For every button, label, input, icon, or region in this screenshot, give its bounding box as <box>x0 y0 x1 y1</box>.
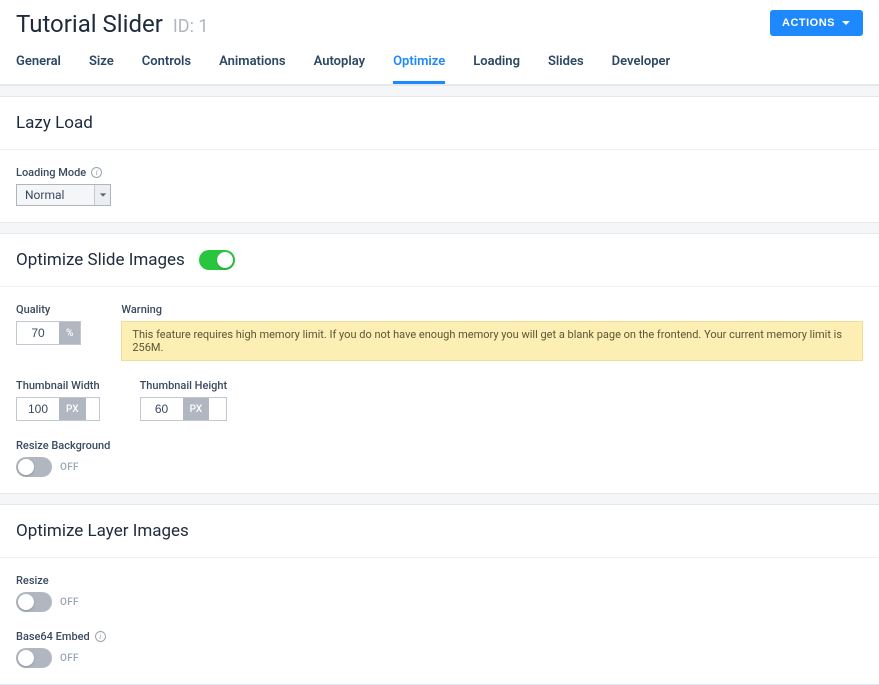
chevron-down-icon <box>841 18 851 28</box>
tab-controls[interactable]: Controls <box>142 54 191 84</box>
panel-title-optimize-layer: Optimize Layer Images <box>16 521 189 541</box>
panel-optimize-slide: Optimize Slide Images Quality % Warning … <box>0 233 879 494</box>
resize-bg-state: OFF <box>60 462 79 473</box>
layer-resize-toggle[interactable] <box>16 592 52 612</box>
chevron-down-icon <box>94 185 110 205</box>
quality-input[interactable] <box>17 322 59 344</box>
warning-box: This feature requires high memory limit.… <box>121 321 863 361</box>
page-id: ID: 1 <box>173 16 209 37</box>
tab-slides[interactable]: Slides <box>548 54 584 84</box>
layer-resize-state: OFF <box>60 597 79 608</box>
quality-unit: % <box>59 322 80 344</box>
panel-optimize-layer: Optimize Layer Images Resize OFF Base64 … <box>0 504 879 685</box>
tab-developer[interactable]: Developer <box>612 54 671 84</box>
tab-general[interactable]: General <box>16 54 61 84</box>
loading-mode-value: Normal <box>17 185 94 205</box>
warning-label: Warning <box>121 303 863 316</box>
tabs: General Size Controls Animations Autopla… <box>0 38 879 85</box>
tab-size[interactable]: Size <box>89 54 114 84</box>
loading-mode-label: Loading Mode i <box>16 166 863 179</box>
tab-animations[interactable]: Animations <box>219 54 285 84</box>
tab-optimize[interactable]: Optimize <box>393 54 445 84</box>
base64-label: Base64 Embed i <box>16 630 106 643</box>
optimize-slide-toggle[interactable] <box>199 250 235 270</box>
thumb-width-input[interactable] <box>17 398 59 420</box>
quality-input-wrap: % <box>16 321 81 345</box>
resize-bg-label: Resize Background <box>16 439 110 452</box>
thumb-height-input[interactable] <box>141 398 183 420</box>
px-unit: PX <box>59 398 86 420</box>
page-title: Tutorial Slider <box>16 10 163 38</box>
tab-autoplay[interactable]: Autoplay <box>314 54 365 84</box>
thumb-width-input-wrap: PX <box>16 397 100 421</box>
info-icon[interactable]: i <box>95 631 106 642</box>
base64-state: OFF <box>60 653 79 664</box>
base64-toggle[interactable] <box>16 648 52 668</box>
actions-button[interactable]: ACTIONS <box>770 10 863 36</box>
quality-label: Quality <box>16 303 81 316</box>
panel-title-optimize-slide: Optimize Slide Images <box>16 250 185 270</box>
loading-mode-select[interactable]: Normal <box>16 184 111 206</box>
thumb-height-input-wrap: PX <box>140 397 228 421</box>
thumb-height-label: Thumbnail Height <box>140 379 228 392</box>
px-unit: PX <box>183 398 210 420</box>
panel-title-lazy-load: Lazy Load <box>16 113 93 133</box>
thumb-width-label: Thumbnail Width <box>16 379 100 392</box>
panel-lazy-load: Lazy Load Loading Mode i Normal <box>0 96 879 223</box>
info-icon[interactable]: i <box>91 167 102 178</box>
layer-resize-label: Resize <box>16 574 79 587</box>
actions-label: ACTIONS <box>782 17 835 29</box>
resize-bg-toggle[interactable] <box>16 457 52 477</box>
tab-loading[interactable]: Loading <box>473 54 520 84</box>
